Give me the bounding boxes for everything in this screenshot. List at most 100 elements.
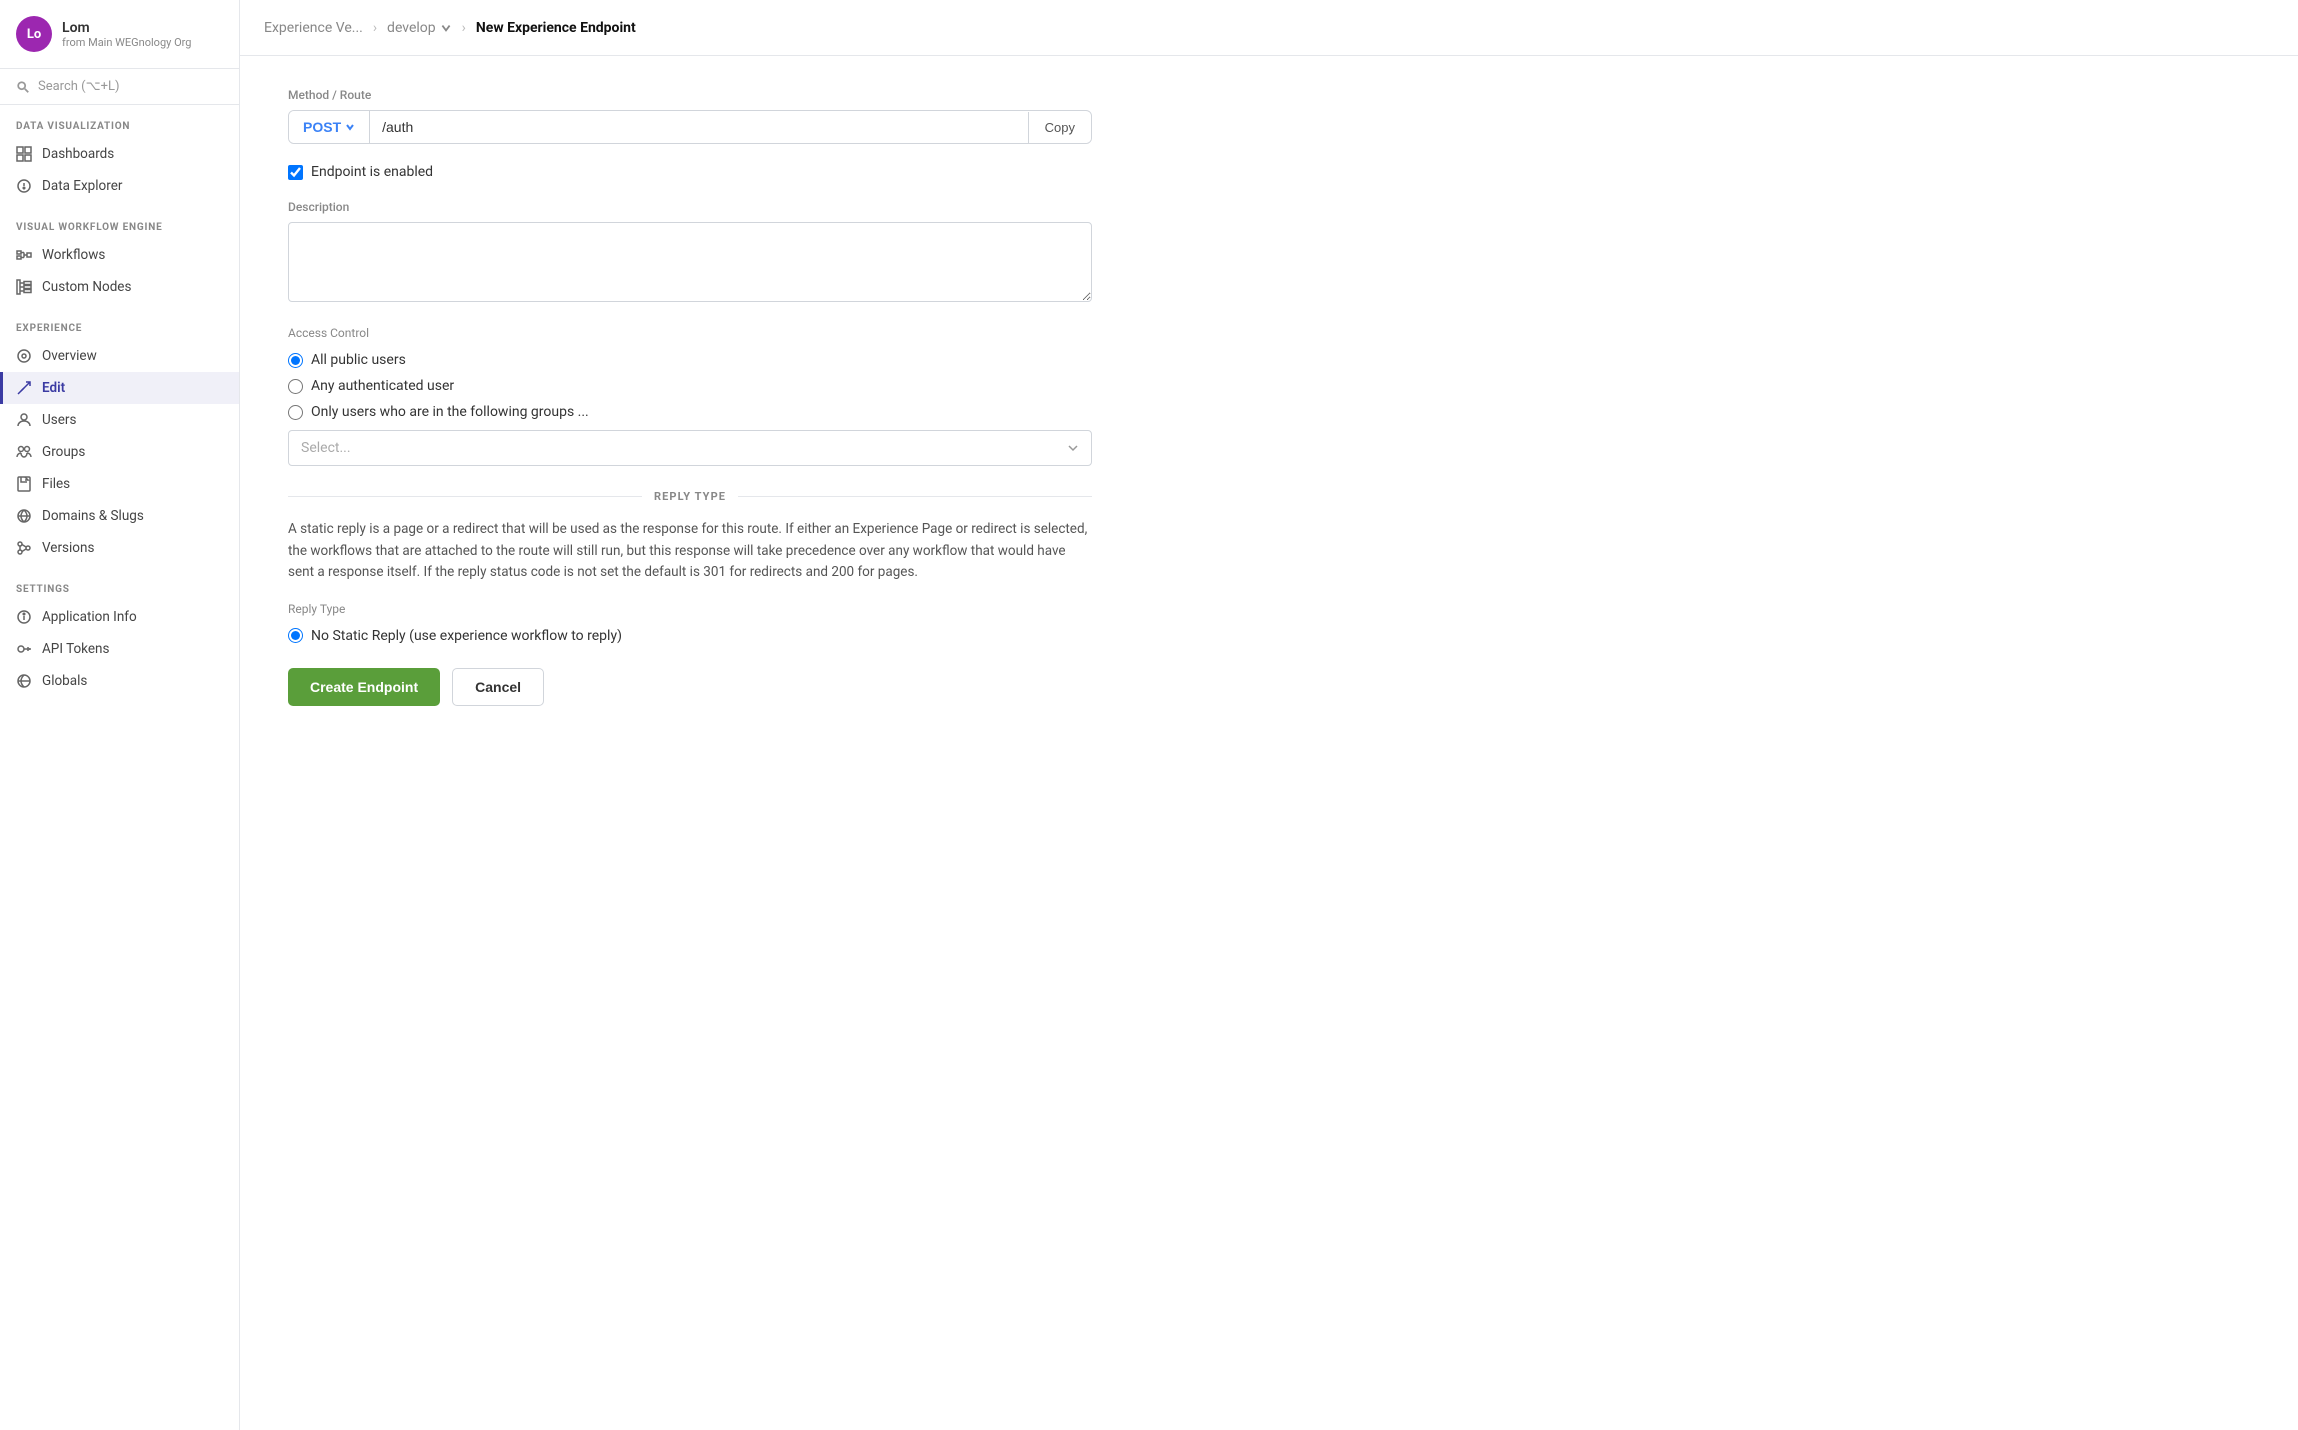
- section-settings: SETTINGS Application Info API Tokens Glo…: [0, 568, 239, 701]
- breadcrumb-branch[interactable]: develop: [387, 20, 452, 36]
- radio-no-static-label: No Static Reply (use experience workflow…: [311, 628, 622, 644]
- grid-icon: [16, 146, 32, 162]
- avatar: Lo: [16, 16, 52, 52]
- api-tokens-icon: [16, 641, 32, 657]
- sidebar-label-domains: Domains & Slugs: [42, 508, 144, 524]
- sidebar-item-globals[interactable]: Globals: [0, 665, 239, 697]
- description-block: Description: [288, 200, 1092, 306]
- reply-option-no-static: No Static Reply (use experience workflow…: [288, 628, 1092, 644]
- sidebar-item-users[interactable]: Users: [0, 404, 239, 436]
- method-route-block: Method / Route POST Copy: [288, 88, 1092, 144]
- access-option-groups: Only users who are in the following grou…: [288, 404, 1092, 420]
- radio-any-auth[interactable]: [288, 379, 303, 394]
- section-experience: EXPERIENCE Overview Edit Users Groups Fi…: [0, 307, 239, 568]
- radio-all-public[interactable]: [288, 353, 303, 368]
- files-icon: [16, 476, 32, 492]
- method-dropdown[interactable]: POST: [289, 111, 370, 143]
- divider-line-right: [738, 496, 1092, 497]
- section-data-viz: DATA VISUALIZATION Dashboards Data Explo…: [0, 105, 239, 206]
- user-profile[interactable]: Lo Lom from Main WEGnology Org: [0, 0, 239, 69]
- radio-all-public-label: All public users: [311, 352, 406, 368]
- method-route-label: Method / Route: [288, 88, 1092, 102]
- search-placeholder: Search (⌥+L): [38, 79, 120, 94]
- sidebar-label-workflows: Workflows: [42, 247, 105, 263]
- cancel-button[interactable]: Cancel: [452, 668, 544, 706]
- radio-any-auth-label: Any authenticated user: [311, 378, 454, 394]
- app-info-icon: [16, 609, 32, 625]
- sidebar-item-domains[interactable]: Domains & Slugs: [0, 500, 239, 532]
- sidebar-item-files[interactable]: Files: [0, 468, 239, 500]
- domains-icon: [16, 508, 32, 524]
- versions-icon: [16, 540, 32, 556]
- sidebar-item-app-info[interactable]: Application Info: [0, 601, 239, 633]
- sidebar-item-groups[interactable]: Groups: [0, 436, 239, 468]
- method-chevron-icon: [345, 122, 355, 132]
- action-row: Create Endpoint Cancel: [288, 668, 1092, 706]
- sidebar-label-api-tokens: API Tokens: [42, 641, 109, 657]
- radio-groups[interactable]: [288, 405, 303, 420]
- access-control-block: Access Control All public users Any auth…: [288, 326, 1092, 466]
- description-label: Description: [288, 200, 1092, 214]
- endpoint-enabled-label: Endpoint is enabled: [311, 164, 433, 180]
- access-option-all-public: All public users: [288, 352, 1092, 368]
- breadcrumb-sep-2: ›: [462, 20, 466, 36]
- access-control-label: Access Control: [288, 326, 1092, 340]
- reply-type-block: Reply Type No Static Reply (use experien…: [288, 602, 1092, 644]
- search-icon: [16, 80, 30, 94]
- sidebar-label-overview: Overview: [42, 348, 97, 364]
- sidebar-label-globals: Globals: [42, 673, 87, 689]
- main-panel: Experience Ve... › develop › New Experie…: [240, 0, 2298, 1430]
- users-icon: [16, 412, 32, 428]
- method-route-row: POST Copy: [288, 110, 1092, 144]
- sidebar-item-api-tokens[interactable]: API Tokens: [0, 633, 239, 665]
- endpoint-enabled-checkbox[interactable]: [288, 165, 303, 180]
- sidebar-item-overview[interactable]: Overview: [0, 340, 239, 372]
- sidebar-label-app-info: Application Info: [42, 609, 137, 625]
- user-name: Lom: [62, 20, 191, 36]
- sidebar-item-versions[interactable]: Versions: [0, 532, 239, 564]
- section-label-data-viz: DATA VISUALIZATION: [0, 121, 239, 138]
- divider-line-left: [288, 496, 642, 497]
- section-label-settings: SETTINGS: [0, 584, 239, 601]
- access-option-any-auth: Any authenticated user: [288, 378, 1092, 394]
- sidebar-item-edit[interactable]: Edit: [0, 372, 239, 404]
- section-label-experience: EXPERIENCE: [0, 323, 239, 340]
- overview-icon: [16, 348, 32, 364]
- reply-type-description: A static reply is a page or a redirect t…: [288, 519, 1092, 584]
- breadcrumb-current: New Experience Endpoint: [476, 20, 636, 36]
- reply-type-section-label: REPLY TYPE: [654, 490, 726, 503]
- sidebar-item-custom-nodes[interactable]: Custom Nodes: [0, 271, 239, 303]
- sidebar: Lo Lom from Main WEGnology Org Search (⌥…: [0, 0, 240, 1430]
- breadcrumb-sep-1: ›: [373, 20, 377, 36]
- section-label-workflow: VISUAL WORKFLOW ENGINE: [0, 222, 239, 239]
- groups-select-placeholder: Select...: [301, 440, 351, 456]
- sidebar-label-custom-nodes: Custom Nodes: [42, 279, 131, 295]
- sidebar-label-versions: Versions: [42, 540, 94, 556]
- nodes-icon: [16, 279, 32, 295]
- workflow-icon: [16, 247, 32, 263]
- reply-type-divider: REPLY TYPE: [288, 490, 1092, 503]
- sidebar-item-data-explorer[interactable]: Data Explorer: [0, 170, 239, 202]
- sidebar-label-users: Users: [42, 412, 76, 428]
- sidebar-item-dashboards[interactable]: Dashboards: [0, 138, 239, 170]
- search-bar[interactable]: Search (⌥+L): [0, 69, 239, 105]
- sidebar-label-data-explorer: Data Explorer: [42, 178, 122, 194]
- section-workflow: VISUAL WORKFLOW ENGINE Workflows Custom …: [0, 206, 239, 307]
- create-endpoint-button[interactable]: Create Endpoint: [288, 668, 440, 706]
- edit-icon: [16, 380, 32, 396]
- sidebar-label-groups: Groups: [42, 444, 85, 460]
- user-org: from Main WEGnology Org: [62, 36, 191, 49]
- circle-icon: [16, 178, 32, 194]
- radio-groups-label: Only users who are in the following grou…: [311, 404, 589, 420]
- sidebar-label-edit: Edit: [42, 380, 65, 396]
- description-textarea[interactable]: [288, 222, 1092, 302]
- sidebar-item-workflows[interactable]: Workflows: [0, 239, 239, 271]
- endpoint-enabled-row: Endpoint is enabled: [288, 164, 1092, 180]
- groups-select[interactable]: Select...: [288, 430, 1092, 466]
- groups-icon: [16, 444, 32, 460]
- radio-no-static[interactable]: [288, 628, 303, 643]
- copy-button[interactable]: Copy: [1028, 112, 1091, 143]
- route-input[interactable]: [370, 111, 1028, 143]
- breadcrumb-app: Experience Ve...: [264, 20, 363, 36]
- sidebar-label-dashboards: Dashboards: [42, 146, 114, 162]
